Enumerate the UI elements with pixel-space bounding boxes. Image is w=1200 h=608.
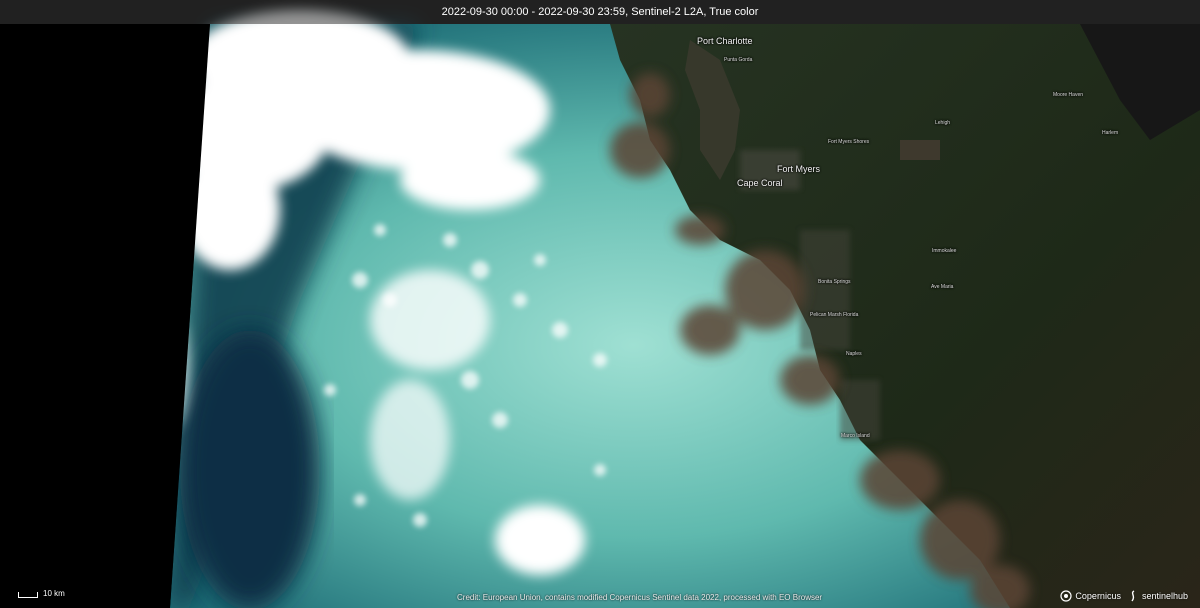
place-label-bonita-springs: Bonita Springs xyxy=(818,279,851,285)
place-label-naples: Naples xyxy=(846,351,862,357)
sentinelhub-icon xyxy=(1131,590,1135,602)
copernicus-label: Copernicus xyxy=(1075,591,1121,601)
place-label-port-charlotte: Port Charlotte xyxy=(697,36,753,46)
scale-bar: 10 km xyxy=(18,589,65,598)
place-label-ave-maria: Ave Maria xyxy=(931,284,954,290)
place-label-pelican-marsh: Pelican Marsh Florida xyxy=(810,312,859,318)
satellite-map-view[interactable]: 2022-09-30 00:00 - 2022-09-30 23:59, Sen… xyxy=(0,0,1200,608)
place-label-moore-haven: Moore Haven xyxy=(1053,92,1084,98)
attribution-credit: Credit: European Union, contains modifie… xyxy=(457,593,823,602)
image-title: 2022-09-30 00:00 - 2022-09-30 23:59, Sen… xyxy=(441,6,759,18)
satellite-image xyxy=(0,10,1200,608)
place-label-harlem: Harlem xyxy=(1102,130,1119,136)
place-label-marco-island: Marco Island xyxy=(841,433,870,439)
sentinelhub-logo[interactable]: sentinelhub xyxy=(1127,590,1188,602)
image-title-bar: 2022-09-30 00:00 - 2022-09-30 23:59, Sen… xyxy=(0,0,1200,24)
provider-logos: Copernicus sentinelhub xyxy=(1060,590,1188,602)
copernicus-icon xyxy=(1060,590,1073,602)
place-label-fort-myers-shores: Fort Myers Shores xyxy=(828,139,870,145)
place-label-cape-coral: Cape Coral xyxy=(737,178,783,188)
place-label-fort-myers: Fort Myers xyxy=(777,164,821,174)
place-label-immokalee: Immokalee xyxy=(932,248,957,254)
scale-bar-line xyxy=(18,592,38,598)
place-label-lehigh: Lehigh xyxy=(935,120,951,126)
sentinelhub-label: sentinelhub xyxy=(1141,591,1188,601)
place-label-punta-gorda: Punta Gorda xyxy=(724,57,753,63)
scale-bar-label: 10 km xyxy=(43,589,65,598)
copernicus-logo[interactable]: Copernicus xyxy=(1060,590,1121,602)
